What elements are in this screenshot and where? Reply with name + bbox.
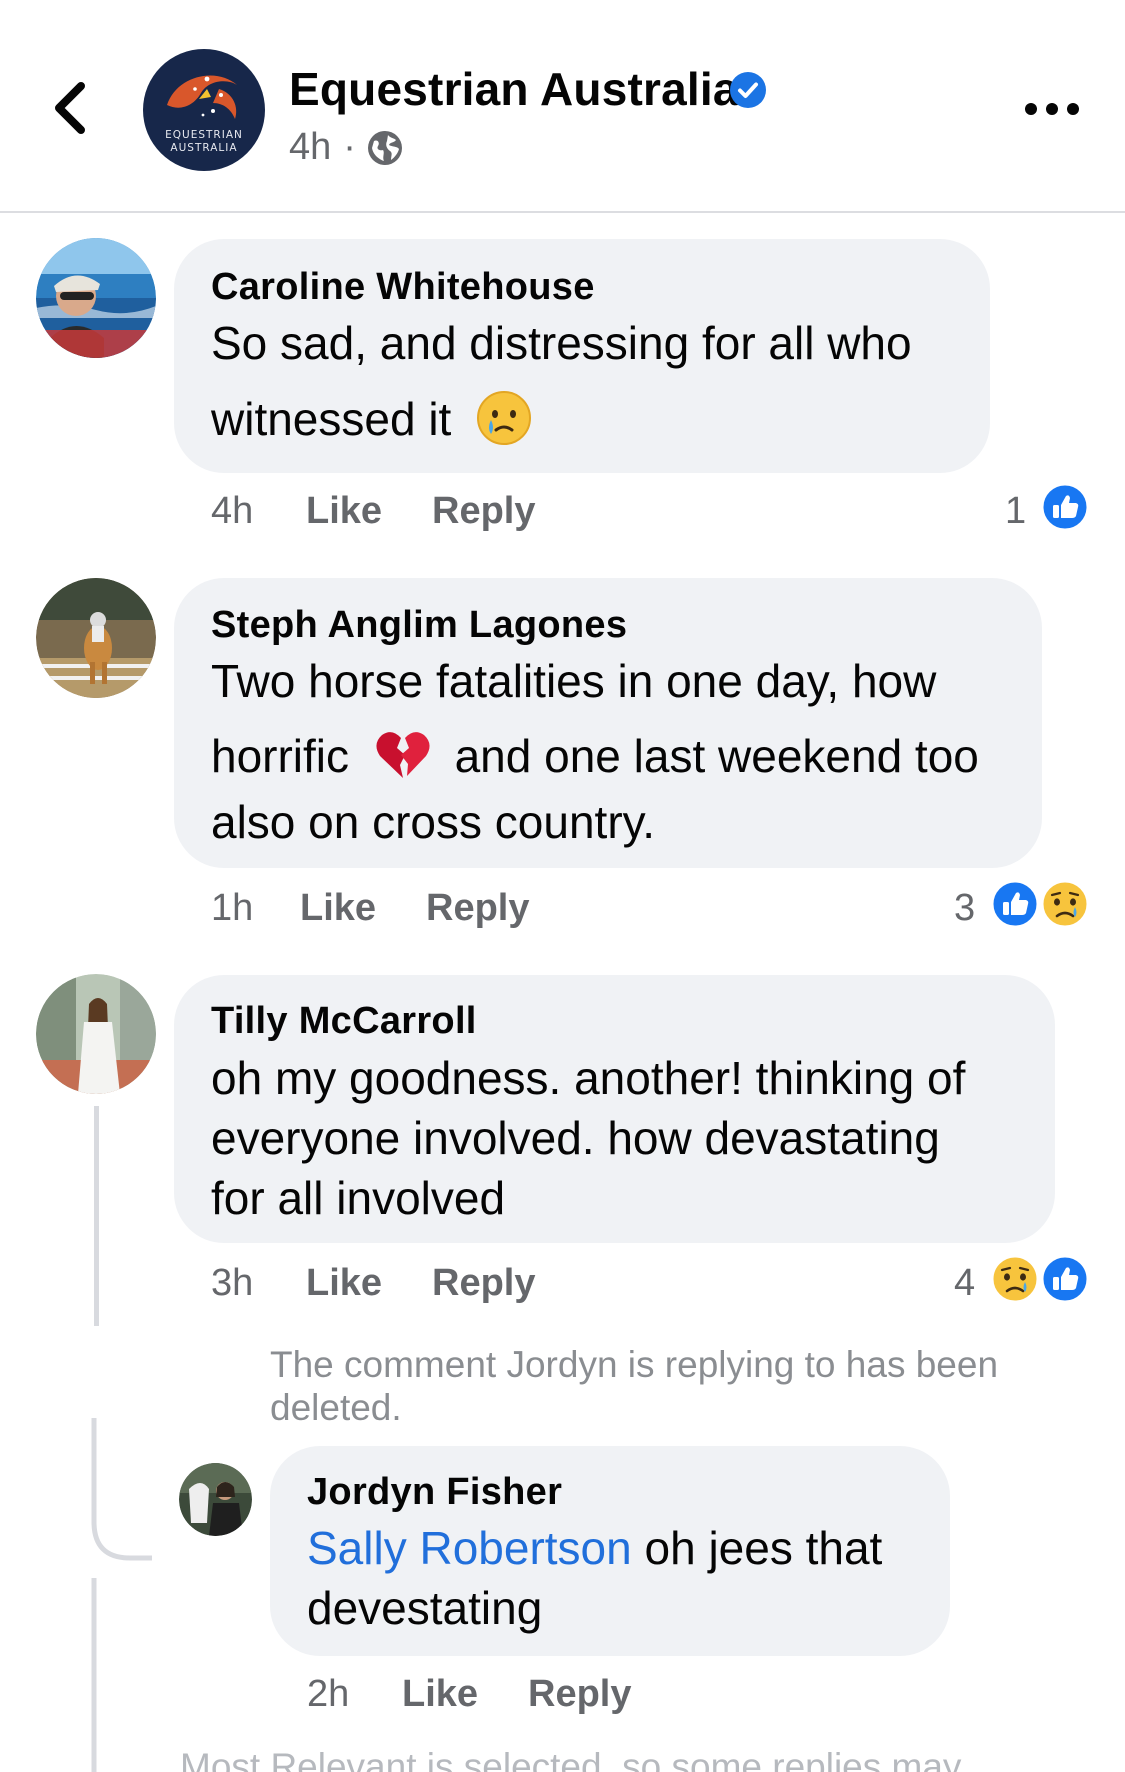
verified-badge-icon <box>730 72 766 108</box>
comment-text-line: horrific and one last weekend too <box>211 730 979 782</box>
comment-text: horrific <box>211 730 350 782</box>
post-meta: 4h · <box>289 126 404 169</box>
sort-note: Most Relevant is selected, so some repli… <box>180 1746 962 1772</box>
like-button[interactable]: Like <box>300 887 376 930</box>
avatar[interactable] <box>36 578 156 698</box>
comment-text: oh my goodness. another! thinking of <box>211 1052 966 1104</box>
back-chevron-icon <box>55 82 85 134</box>
comment-author[interactable]: Steph Anglim Lagones <box>211 604 627 647</box>
reply-button[interactable]: Reply <box>426 887 529 930</box>
comment-text: everyone involved. how devastating <box>211 1112 940 1164</box>
like-button[interactable]: Like <box>306 490 382 533</box>
reaction-count[interactable]: 4 <box>954 1262 975 1305</box>
comment-text: also on cross country. <box>211 796 656 848</box>
thread-line <box>94 1106 99 1326</box>
comment-author[interactable]: Caroline Whitehouse <box>211 266 595 309</box>
reply-connector-line <box>91 1418 152 1772</box>
comment-text: for all involved <box>211 1172 506 1224</box>
logo-text: EQUESTRIAN <box>165 129 243 141</box>
profile-photo <box>36 238 156 358</box>
profile-photo <box>179 1463 252 1536</box>
comment-time: 1h <box>211 887 254 929</box>
comment-time: 2h <box>307 1673 350 1715</box>
separator: · <box>343 126 356 168</box>
reply-button[interactable]: Reply <box>432 490 535 533</box>
comment-text: Two horse fatalities in one day, how <box>211 655 937 707</box>
post-header: EQUESTRIAN AUSTRALIA Equestrian Australi… <box>0 0 1125 213</box>
comment-time: 4h <box>211 490 254 532</box>
comment-time: 3h <box>211 1262 254 1304</box>
avatar[interactable] <box>36 238 156 358</box>
reply-bubble[interactable]: Jordyn Fisher Sally Robertson oh jees th… <box>270 1446 950 1656</box>
reply-button[interactable]: Reply <box>528 1673 631 1716</box>
reply-button[interactable]: Reply <box>432 1262 535 1305</box>
comment-bubble[interactable]: Caroline Whitehouse So sad, and distress… <box>174 239 990 473</box>
comment-text: devestating <box>307 1582 543 1634</box>
avatar[interactable] <box>36 974 156 1094</box>
reaction-count[interactable]: 3 <box>954 887 975 930</box>
sad-reaction-icon <box>990 1254 1040 1304</box>
comment-text: So sad, and distressing for all who <box>211 317 912 369</box>
comment-bubble[interactable]: Tilly McCarroll oh my goodness. another!… <box>174 975 1055 1243</box>
comment-author[interactable]: Tilly McCarroll <box>211 1000 477 1043</box>
comment-author[interactable]: Jordyn Fisher <box>307 1471 562 1514</box>
comment-text-line: Sally Robertson oh jees that <box>307 1525 882 1571</box>
globe-icon <box>367 130 402 165</box>
like-reaction-icon <box>1040 482 1090 532</box>
sad-reaction-icon <box>1040 879 1090 929</box>
comment-text: and one last weekend too <box>454 730 979 782</box>
comment-bubble[interactable]: Steph Anglim Lagones Two horse fatalitie… <box>174 578 1042 868</box>
crying-face-emoji-icon <box>477 390 532 445</box>
like-button[interactable]: Like <box>402 1673 478 1716</box>
like-button[interactable]: Like <box>306 1262 382 1305</box>
comment-text: oh jees that <box>644 1522 883 1574</box>
avatar[interactable] <box>179 1463 252 1536</box>
profile-photo <box>36 578 156 698</box>
comment-text: witnessed it <box>211 393 452 445</box>
profile-photo <box>36 974 156 1094</box>
like-reaction-icon <box>1040 1254 1090 1304</box>
comment-text-line: witnessed it <box>211 390 532 446</box>
post-time[interactable]: 4h <box>289 126 331 169</box>
broken-heart-emoji-icon <box>376 731 430 778</box>
back-button[interactable] <box>44 76 104 140</box>
like-reaction-icon <box>990 879 1040 929</box>
more-options-button[interactable] <box>1022 94 1082 124</box>
logo-text: AUSTRALIA <box>170 142 238 154</box>
mention-link[interactable]: Sally Robertson <box>307 1522 632 1574</box>
more-dots-icon <box>1025 103 1079 115</box>
page-name[interactable]: Equestrian Australia <box>289 62 739 116</box>
reaction-count[interactable]: 1 <box>1005 490 1026 533</box>
page-avatar[interactable]: EQUESTRIAN AUSTRALIA <box>143 49 265 171</box>
deleted-comment-note: The comment Jordyn is replying to has be… <box>270 1344 999 1428</box>
